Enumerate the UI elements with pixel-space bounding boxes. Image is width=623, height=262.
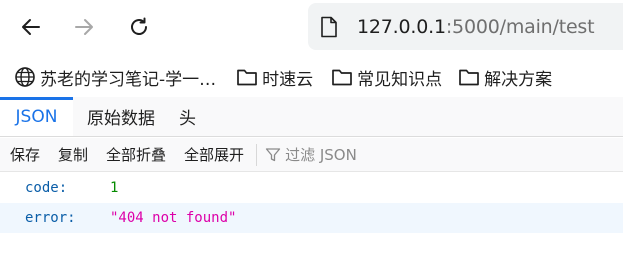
viewer-tabs: JSON 原始数据 头 bbox=[0, 97, 623, 137]
json-key: code: bbox=[25, 180, 68, 196]
toolbar-divider bbox=[256, 143, 258, 166]
forward-button[interactable] bbox=[65, 8, 103, 46]
arrow-left-icon bbox=[22, 19, 40, 35]
json-value: 1 bbox=[110, 180, 119, 196]
bookmarks-bar: 苏老的学习笔记-学一… 时速云 常见知识点 解决方案 bbox=[0, 58, 623, 96]
bookmark-label: 常见知识点 bbox=[357, 69, 443, 90]
arrow-right-icon bbox=[75, 19, 93, 35]
copy-button[interactable]: 复制 bbox=[48, 144, 96, 165]
navigation-bar: 127.0.0.1:5000/main/test bbox=[0, 0, 623, 54]
filter-icon bbox=[265, 147, 281, 163]
back-button[interactable] bbox=[12, 8, 50, 46]
bookmark-folder[interactable]: 时速云 bbox=[230, 62, 319, 92]
json-toolbar: 保存 复制 全部折叠 全部展开 过滤 JSON bbox=[0, 138, 623, 172]
url-path: :5000/main/test bbox=[445, 15, 595, 38]
tab-json[interactable]: JSON bbox=[0, 97, 73, 136]
globe-icon bbox=[14, 66, 36, 88]
json-tree: code: 1 error: "404 not found" bbox=[0, 173, 623, 233]
collapse-all-button[interactable]: 全部折叠 bbox=[96, 144, 174, 165]
bookmark-label: 时速云 bbox=[262, 69, 314, 90]
filter-input[interactable]: 过滤 JSON bbox=[265, 144, 357, 165]
url-text[interactable]: 127.0.0.1:5000/main/test bbox=[357, 15, 595, 38]
json-row[interactable]: code: 1 bbox=[0, 173, 623, 203]
folder-icon bbox=[331, 66, 353, 88]
reload-icon bbox=[131, 17, 147, 35]
tab-headers[interactable]: 头 bbox=[169, 97, 206, 136]
url-host: 127.0.0.1 bbox=[357, 15, 446, 38]
bookmark-label: 苏老的学习笔记-学一… bbox=[40, 69, 217, 90]
filter-placeholder: 过滤 JSON bbox=[285, 146, 357, 164]
folder-icon bbox=[236, 66, 258, 88]
bookmark-folder[interactable]: 常见知识点 bbox=[325, 62, 448, 92]
address-bar[interactable]: 127.0.0.1:5000/main/test bbox=[308, 3, 623, 50]
bookmark-folder[interactable]: 解决方案 bbox=[452, 62, 558, 92]
folder-icon bbox=[458, 66, 480, 88]
save-button[interactable]: 保存 bbox=[0, 144, 48, 165]
bookmark-label: 解决方案 bbox=[484, 69, 553, 90]
json-value: "404 not found" bbox=[110, 210, 237, 226]
reload-button[interactable] bbox=[120, 8, 158, 46]
page-icon bbox=[320, 16, 338, 38]
json-key: error: bbox=[25, 210, 76, 226]
tab-raw-data[interactable]: 原始数据 bbox=[77, 97, 165, 136]
json-row[interactable]: error: "404 not found" bbox=[0, 203, 623, 233]
expand-all-button[interactable]: 全部展开 bbox=[174, 144, 252, 165]
bookmark-item[interactable]: 苏老的学习笔记-学一… bbox=[8, 62, 222, 92]
